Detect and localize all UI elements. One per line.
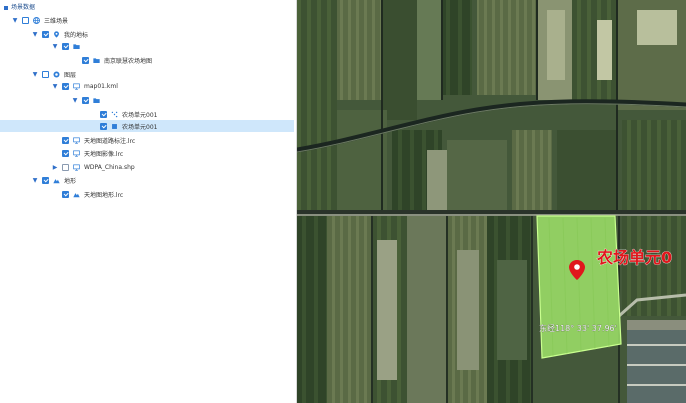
layer-checkbox[interactable] (42, 70, 49, 78)
tree-row-label: 天地图道路标注.lrc (84, 137, 136, 145)
tree-row[interactable]: 天地图地形.lrc (52, 188, 123, 200)
terrain-icon (53, 177, 60, 184)
tree-row-label: 南京联慧农场地图 (104, 57, 153, 65)
expand-arrow-icon[interactable]: ▼ (52, 83, 58, 90)
tree-row[interactable]: 天地图影像.lrc (52, 147, 123, 159)
folder-icon (93, 97, 100, 104)
tree-row[interactable]: ▶ WDPA_China.shp (52, 161, 135, 173)
monitor-icon (73, 136, 80, 144)
terrain-icon (73, 191, 80, 198)
expand-arrow-icon[interactable]: ▼ (32, 71, 38, 78)
tree-row-label: 农场单元001 (122, 123, 158, 131)
layer-checkbox[interactable] (62, 190, 69, 198)
layer-checkbox[interactable] (42, 176, 49, 184)
monitor-icon (73, 149, 80, 157)
expand-arrow-icon[interactable]: ▼ (72, 97, 78, 104)
layer-checkbox[interactable] (100, 110, 107, 118)
monitor-icon (73, 163, 80, 171)
layer-checkbox[interactable] (62, 163, 69, 171)
panel-title-text: 场景数据 (11, 4, 36, 11)
tree-row[interactable]: ▼ (72, 94, 104, 106)
tree-row-label: WDPA_China.shp (84, 163, 135, 171)
dots-icon (111, 111, 118, 118)
layer-checkbox[interactable] (82, 56, 89, 64)
main-road (297, 210, 686, 214)
tree-row-label: 图层 (64, 71, 77, 79)
layers-icon (53, 70, 60, 78)
tree-row-label: map01.kml (84, 82, 118, 90)
monitor-icon (73, 82, 80, 90)
tree-row-label: 农场单元001 (122, 111, 158, 119)
tree-row[interactable]: 南京联慧农场地图 (72, 54, 152, 66)
layer-checkbox[interactable] (82, 96, 89, 104)
expand-arrow-icon[interactable]: ▼ (32, 31, 38, 38)
layer-checkbox[interactable] (62, 136, 69, 144)
square-icon (111, 123, 118, 130)
panel-icon (4, 6, 8, 10)
layer-checkbox[interactable] (100, 122, 107, 130)
tree-row[interactable]: 农场单元001 (0, 120, 294, 132)
scene-tree-panel: 场景数据 ▼ 三维场景 ▼ 我的地标 ▼ 南京联慧农场地图 ▼ 图层 ▼ map01.kml ▼ 农场… (0, 0, 297, 403)
folder-icon (73, 43, 80, 50)
tree-row[interactable]: ▼ 地形 (32, 174, 76, 186)
globe-icon (33, 16, 40, 24)
expand-arrow-icon[interactable]: ▼ (32, 177, 38, 184)
panel-title: 场景数据 (4, 3, 35, 13)
collapse-arrow-icon[interactable]: ▶ (52, 164, 58, 171)
tree-row[interactable]: ▼ 三维场景 (12, 14, 68, 26)
layer-checkbox[interactable] (62, 82, 69, 90)
tree-row[interactable]: 农场单元001 (90, 108, 157, 120)
tree-row[interactable]: ▼ 图层 (32, 68, 76, 80)
map-view[interactable]: 农场单元0 东经118° 33' 37.96' (297, 0, 686, 403)
satellite-map[interactable]: 农场单元0 东经118° 33' 37.96' (297, 0, 686, 403)
layer-checkbox[interactable] (22, 16, 29, 24)
farm-label: 农场单元0 (596, 248, 672, 267)
layer-checkbox[interactable] (62, 149, 69, 157)
tree-row-label: 三维场景 (44, 17, 69, 25)
tree-row[interactable]: ▼ map01.kml (52, 80, 118, 92)
layer-checkbox[interactable] (62, 42, 69, 50)
tree-row[interactable]: 天地图道路标注.lrc (52, 134, 135, 146)
expand-arrow-icon[interactable]: ▼ (52, 43, 58, 50)
tree-row-label: 地形 (64, 177, 77, 185)
pin-icon (53, 30, 60, 38)
tree-row-label: 天地图影像.lrc (84, 150, 124, 158)
tree-row-label: 天地图地形.lrc (84, 191, 124, 199)
folder-icon (93, 57, 100, 64)
tree-row[interactable]: ▼ 我的地标 (32, 28, 88, 40)
coordinate-readout: 东经118° 33' 37.96' (539, 323, 617, 333)
layer-checkbox[interactable] (42, 30, 49, 38)
tree-row-label: 我的地标 (64, 31, 89, 39)
tree-row[interactable]: ▼ (52, 40, 84, 52)
expand-arrow-icon[interactable]: ▼ (12, 17, 18, 24)
